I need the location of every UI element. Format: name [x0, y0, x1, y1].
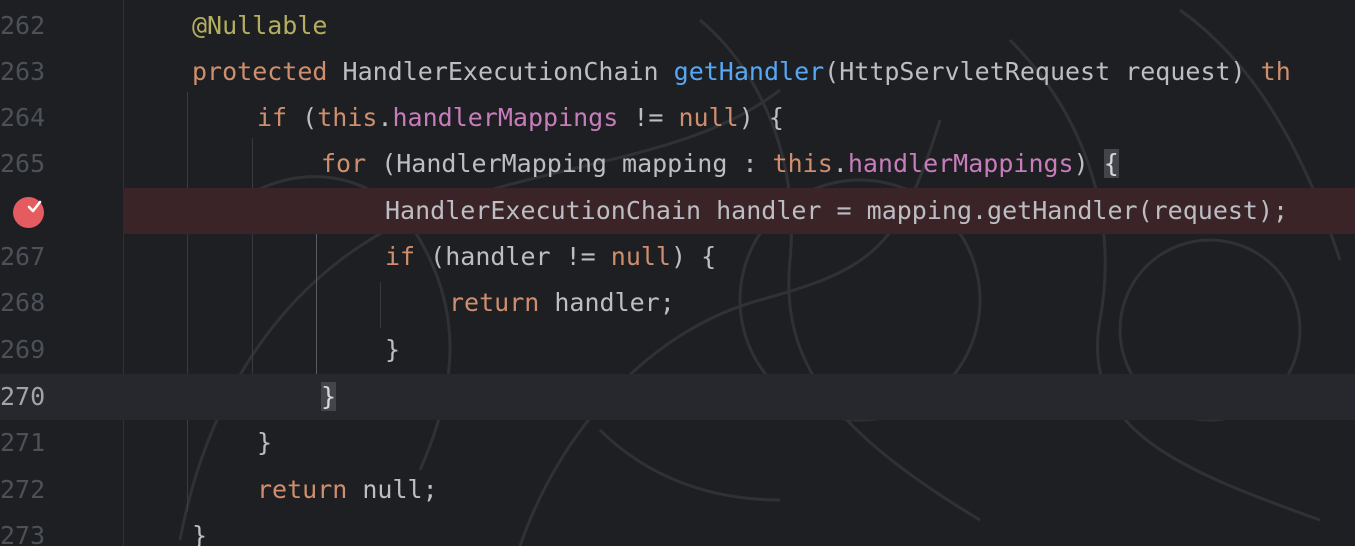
code-line[interactable]: 264 if (this.handlerMappings != null) {: [0, 95, 1355, 141]
line-code[interactable]: return handler;: [449, 280, 675, 326]
code-token: !=: [618, 103, 679, 132]
code-editor[interactable]: 262 @Nullable 263 protected HandlerExecu…: [0, 0, 1355, 546]
line-number[interactable]: 262: [0, 3, 45, 49]
field-token: handlerMappings: [392, 103, 619, 132]
code-line[interactable]: 263 protected HandlerExecutionChain getH…: [0, 49, 1355, 95]
code-token: .: [832, 149, 848, 178]
code-token: ): [1073, 149, 1104, 178]
line-number[interactable]: 268: [0, 280, 45, 326]
line-code[interactable]: }: [385, 327, 400, 373]
method-name-token: getHandler: [673, 57, 825, 86]
annotation-token: @Nullable: [192, 11, 328, 40]
code-token: }: [257, 428, 273, 457]
line-number[interactable]: 269: [0, 327, 45, 373]
keyword-token: this: [317, 103, 378, 132]
code-token: .: [377, 103, 393, 132]
matched-brace-highlight: }: [321, 382, 337, 411]
line-number[interactable]: 270: [0, 374, 45, 420]
code-line[interactable]: 268 return handler;: [0, 280, 1355, 326]
code-token: HandlerExecutionChain handler = mapping.…: [385, 196, 1289, 225]
line-code[interactable]: }: [192, 513, 207, 546]
line-code[interactable]: if (handler != null) {: [385, 234, 716, 280]
code-token: }: [192, 521, 208, 546]
code-token: (handler !=: [415, 242, 611, 271]
keyword-token: if: [385, 242, 416, 271]
line-number[interactable]: 273: [0, 513, 45, 546]
line-number[interactable]: 263: [0, 49, 45, 95]
line-number[interactable]: 265: [0, 141, 45, 187]
keyword-token: return: [257, 475, 348, 504]
code-line-breakpoint[interactable]: HandlerExecutionChain handler = mapping.…: [123, 188, 1355, 234]
code-token: null;: [347, 475, 438, 504]
keyword-token: if: [257, 103, 288, 132]
line-number[interactable]: 271: [0, 420, 45, 466]
line-code[interactable]: HandlerExecutionChain handler = mapping.…: [385, 188, 1288, 234]
code-token: (HttpServletRequest request): [824, 57, 1261, 86]
code-token: }: [385, 335, 401, 364]
code-token: ) {: [738, 103, 784, 132]
checkmark-icon: [27, 200, 42, 214]
code-line[interactable]: 269 }: [0, 327, 1355, 373]
code-token: (: [287, 103, 318, 132]
code-token: (HandlerMapping mapping :: [366, 149, 773, 178]
code-token: ) {: [671, 242, 717, 271]
line-number[interactable]: 272: [0, 467, 45, 513]
code-line-current[interactable]: 270 }: [0, 374, 1355, 420]
field-token: handlerMappings: [847, 149, 1074, 178]
matched-brace-highlight: {: [1103, 149, 1119, 178]
code-token: handler;: [539, 288, 675, 317]
line-code[interactable]: protected HandlerExecutionChain getHandl…: [192, 49, 1291, 95]
line-code[interactable]: }: [321, 374, 337, 420]
keyword-token: this: [772, 149, 833, 178]
breakpoint-verified-icon[interactable]: [13, 197, 44, 228]
code-line[interactable]: 265 for (HandlerMapping mapping : this.h…: [0, 141, 1355, 187]
code-line[interactable]: 267 if (handler != null) {: [0, 234, 1355, 280]
code-line[interactable]: 271 }: [0, 420, 1355, 466]
keyword-token: null: [678, 103, 739, 132]
line-number[interactable]: 267: [0, 234, 45, 280]
code-line[interactable]: 272 return null;: [0, 467, 1355, 513]
line-number[interactable]: 264: [0, 95, 45, 141]
code-line[interactable]: 262 @Nullable: [0, 3, 1355, 49]
code-token: HandlerExecutionChain: [327, 57, 674, 86]
line-code[interactable]: for (HandlerMapping mapping : this.handl…: [321, 141, 1119, 187]
keyword-token: protected: [192, 57, 328, 86]
keyword-token: return: [449, 288, 540, 317]
line-code[interactable]: if (this.handlerMappings != null) {: [257, 95, 784, 141]
keyword-token: th: [1260, 57, 1291, 86]
line-code[interactable]: @Nullable: [192, 3, 327, 49]
keyword-token: null: [610, 242, 671, 271]
code-line[interactable]: 273 }: [0, 513, 1355, 546]
keyword-token: for: [321, 149, 367, 178]
line-code[interactable]: }: [257, 420, 272, 466]
line-code[interactable]: return null;: [257, 467, 438, 513]
